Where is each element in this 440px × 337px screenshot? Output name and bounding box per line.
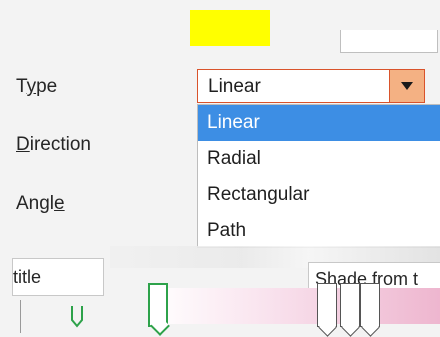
dropdown-item-path[interactable]: Path (198, 213, 440, 247)
type-label: Type (16, 76, 58, 97)
chevron-down-icon[interactable] (389, 70, 424, 102)
gradient-stop-icon[interactable] (70, 304, 84, 328)
top-field[interactable] (340, 30, 438, 53)
gradient-stop-handle[interactable] (148, 283, 168, 327)
dropdown-item-rectangular[interactable]: Rectangular (198, 177, 440, 213)
left-fragment (0, 300, 21, 333)
type-dropdown-list: Linear Radial Rectangular Path (197, 104, 440, 248)
gradient-stops-bar[interactable] (150, 288, 440, 324)
angle-label: Angle (16, 193, 65, 214)
type-combobox[interactable]: Linear (197, 69, 425, 103)
dropdown-item-radial[interactable]: Radial (198, 141, 440, 177)
type-combobox-value: Linear (208, 76, 261, 97)
title-field-text: title (13, 267, 42, 287)
gradient-stop-handle[interactable] (360, 283, 380, 327)
gradient-stop-handle[interactable] (340, 283, 360, 327)
direction-label: Direction (16, 134, 91, 155)
title-field[interactable]: title (12, 258, 104, 296)
dropdown-item-linear[interactable]: Linear (198, 105, 440, 141)
color-swatch (190, 10, 270, 46)
gradient-stop-handle[interactable] (317, 283, 337, 327)
